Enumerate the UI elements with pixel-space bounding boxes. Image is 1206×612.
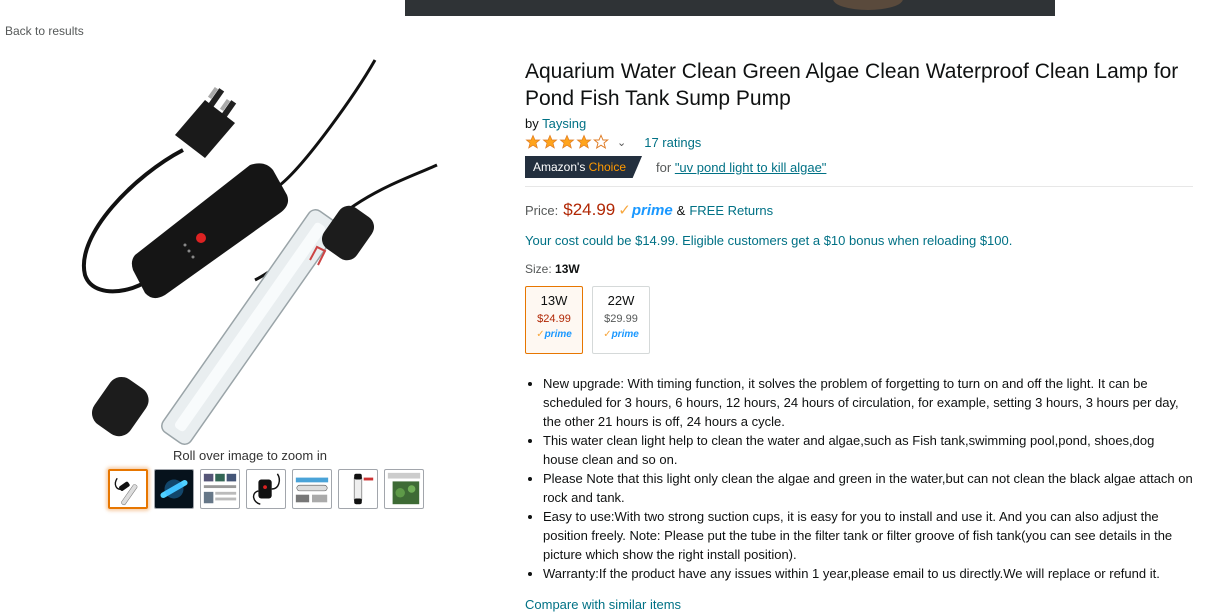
feature-bullet: This water clean light help to clean the…: [543, 431, 1193, 469]
thumbnail-4[interactable]: [246, 469, 286, 509]
feature-bullet: Easy to use:With two strong suction cups…: [543, 507, 1193, 564]
badge-prefix: Amazon's: [533, 160, 586, 174]
price-label: Price:: [525, 203, 559, 218]
amazons-choice-badge: Amazon's Choice: [525, 156, 643, 178]
variant-prime: ✓prime: [536, 329, 572, 340]
feature-bullet: Warranty:If the product have any issues …: [543, 564, 1193, 583]
prime-check-icon: ✓: [603, 329, 612, 340]
thumbnail-3[interactable]: [200, 469, 240, 509]
feature-bullet: New upgrade: With timing function, it so…: [543, 374, 1193, 431]
variant-prime: ✓prime: [603, 329, 639, 340]
byline: by Taysing: [525, 116, 1193, 131]
star-icon: [542, 134, 558, 149]
compare-similar-link[interactable]: Compare with similar items: [525, 597, 1193, 612]
star-rating[interactable]: [525, 134, 609, 150]
free-returns-link[interactable]: FREE Returns: [689, 203, 773, 218]
rating-row: ⌄ 17 ratings: [525, 134, 1193, 150]
by-prefix: by: [525, 116, 539, 131]
size-option-22w[interactable]: 22W $29.99 ✓prime: [592, 286, 650, 354]
size-selection-label: Size: 13W: [525, 262, 1193, 276]
size-option-13w[interactable]: 13W $24.99 ✓prime: [525, 286, 583, 354]
variant-price: $24.99: [537, 313, 571, 325]
choice-query-link[interactable]: "uv pond light to kill algae": [675, 160, 827, 175]
main-product-image[interactable]: [55, 55, 445, 450]
ratings-count-link[interactable]: 17 ratings: [644, 135, 701, 150]
star-icon: [576, 134, 592, 149]
back-to-results-link[interactable]: Back to results: [5, 24, 84, 38]
feature-bullets: New upgrade: With timing function, it so…: [525, 374, 1193, 583]
thumbnail-5[interactable]: [292, 469, 332, 509]
badge-choice-word: Choice: [588, 160, 627, 174]
zoom-hint-text: Roll over image to zoom in: [173, 448, 327, 463]
thumbnail-strip: [108, 469, 424, 509]
variant-name: 22W: [607, 293, 635, 308]
prime-badge[interactable]: ✓ prime: [618, 201, 672, 219]
banner-plate-graphic: [833, 0, 903, 10]
size-label: Size:: [525, 262, 552, 276]
price-row: Price: $24.99 ✓ prime & FREE Returns: [525, 200, 1193, 220]
brand-link[interactable]: Taysing: [542, 116, 586, 131]
star-empty-icon: [593, 134, 609, 150]
bonus-offer-link[interactable]: Your cost could be $14.99. Eligible cust…: [525, 233, 1193, 248]
top-cord: [279, 59, 377, 187]
star-icon: [525, 134, 541, 149]
thumbnail-1[interactable]: [108, 469, 148, 509]
feature-bullet: Please Note that this light only clean t…: [543, 469, 1193, 507]
prime-check-icon: ✓: [618, 202, 631, 219]
price-value: $24.99: [563, 200, 616, 219]
section-divider: [525, 186, 1193, 187]
thumbnail-6[interactable]: [338, 469, 378, 509]
star-icon: [559, 134, 575, 149]
returns-prefix: &: [676, 203, 686, 218]
power-plug-graphic: [175, 86, 237, 158]
size-variants: 13W $24.99 ✓prime 22W $29.99 ✓prime: [525, 286, 1193, 354]
product-details: Aquarium Water Clean Green Algae Clean W…: [525, 58, 1193, 612]
amazons-choice-row: Amazon's Choice for "uv pond light to ki…: [525, 156, 1193, 178]
variant-name: 13W: [540, 293, 568, 308]
prime-check-icon: ✓: [536, 329, 545, 340]
variant-price: $29.99: [604, 313, 638, 325]
size-selected-value: 13W: [555, 262, 580, 276]
choice-for-prefix: for: [656, 159, 672, 175]
choice-keyword: for "uv pond light to kill algae": [656, 160, 826, 175]
thumbnail-7[interactable]: [384, 469, 424, 509]
thumbnail-2[interactable]: [154, 469, 194, 509]
top-banner-image: [405, 0, 1055, 16]
chevron-down-icon[interactable]: ⌄: [617, 136, 626, 149]
product-title: Aquarium Water Clean Green Algae Clean W…: [525, 60, 1179, 110]
